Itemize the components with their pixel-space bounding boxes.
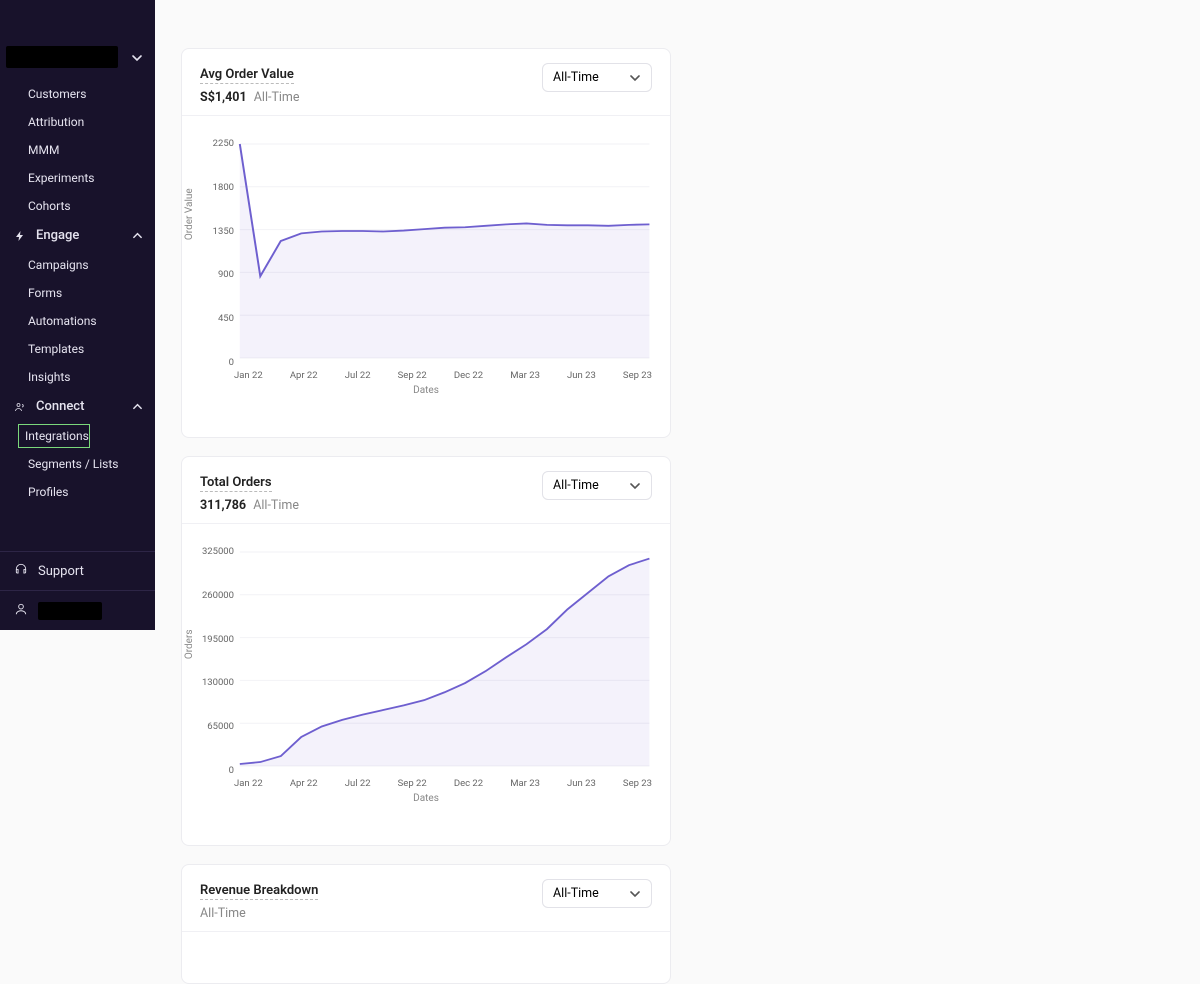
sidebar-item-customers[interactable]: Customers [0, 80, 155, 108]
sidebar-section-engage[interactable]: Engage [0, 220, 155, 251]
chevron-up-icon [132, 230, 143, 241]
metric-period: All-Time [253, 498, 299, 513]
user-icon [14, 601, 28, 620]
support-label: Support [38, 564, 84, 579]
metric-value: 311,786 [200, 498, 246, 513]
x-axis-label: Dates [196, 793, 656, 804]
metric-period: All-Time [254, 90, 300, 105]
y-ticks: 2250180013509004500 [200, 138, 234, 368]
card-revenue-breakdown: Revenue Breakdown All-Time All-Time [181, 864, 671, 984]
sidebar-item-attribution[interactable]: Attribution [0, 108, 155, 136]
brand-chevron-icon[interactable] [131, 52, 143, 64]
dropdown-value: All-Time [553, 70, 599, 85]
sidebar-item-profiles[interactable]: Profiles [0, 478, 155, 506]
headset-icon [14, 562, 28, 580]
sidebar-item-segments-lists[interactable]: Segments / Lists [0, 450, 155, 478]
sidebar-item-mmm[interactable]: MMM [0, 136, 155, 164]
y-axis-label: Orders [184, 629, 195, 659]
card-title: Revenue Breakdown [200, 883, 318, 900]
chart-avg-order: Order Value 2250180013509004500 Jan 22Ap… [182, 116, 670, 416]
main-content: Avg Order Value S$1,401 All-Time All-Tim… [155, 0, 1200, 630]
card-avg-order-value: Avg Order Value S$1,401 All-Time All-Tim… [181, 48, 671, 438]
sidebar-item-cohorts[interactable]: Cohorts [0, 192, 155, 220]
time-range-dropdown[interactable]: All-Time [542, 471, 652, 500]
people-icon [12, 401, 28, 413]
chart-svg [196, 546, 656, 776]
card-title: Total Orders [200, 475, 272, 492]
dropdown-value: All-Time [553, 886, 599, 901]
x-ticks: Jan 22Apr 22Jul 22Sep 22Dec 22Mar 23Jun … [196, 776, 656, 789]
metric-value: S$1,401 [200, 90, 247, 105]
time-range-dropdown[interactable]: All-Time [542, 63, 652, 92]
sidebar-item-insights[interactable]: Insights [0, 363, 155, 391]
sidebar-item-forms[interactable]: Forms [0, 279, 155, 307]
engage-label: Engage [36, 228, 124, 243]
sidebar-nav: Customers Attribution MMM Experiments Co… [0, 80, 155, 506]
bolt-icon [12, 230, 28, 242]
sidebar-item-automations[interactable]: Automations [0, 307, 155, 335]
time-range-dropdown[interactable]: All-Time [542, 879, 652, 908]
sidebar-item-experiments[interactable]: Experiments [0, 164, 155, 192]
x-ticks: Jan 22Apr 22Jul 22Sep 22Dec 22Mar 23Jun … [196, 368, 656, 381]
sidebar-item-campaigns[interactable]: Campaigns [0, 251, 155, 279]
user-name-redacted [38, 602, 102, 620]
card-title: Avg Order Value [200, 67, 294, 84]
chart-total-orders: Orders 325000260000195000130000650000 Ja… [182, 524, 670, 824]
chevron-down-icon [629, 480, 641, 492]
sidebar-item-templates[interactable]: Templates [0, 335, 155, 363]
y-axis-label: Order Value [184, 188, 195, 240]
connect-label: Connect [36, 399, 124, 414]
chevron-up-icon [132, 401, 143, 412]
sidebar-item-integrations[interactable]: Integrations [18, 424, 90, 448]
sidebar-support[interactable]: Support [0, 551, 155, 591]
chart-svg [196, 138, 656, 368]
y-ticks: 325000260000195000130000650000 [200, 546, 234, 776]
card-total-orders: Total Orders 311,786 All-Time All-Time O… [181, 456, 671, 846]
dropdown-value: All-Time [553, 478, 599, 493]
metric-period: All-Time [200, 906, 246, 921]
brand-logo[interactable] [6, 46, 118, 68]
chevron-down-icon [629, 72, 641, 84]
chevron-down-icon [629, 888, 641, 900]
sidebar: Customers Attribution MMM Experiments Co… [0, 0, 155, 630]
sidebar-user[interactable] [0, 591, 155, 630]
sidebar-section-connect[interactable]: Connect [0, 391, 155, 422]
x-axis-label: Dates [196, 385, 656, 396]
